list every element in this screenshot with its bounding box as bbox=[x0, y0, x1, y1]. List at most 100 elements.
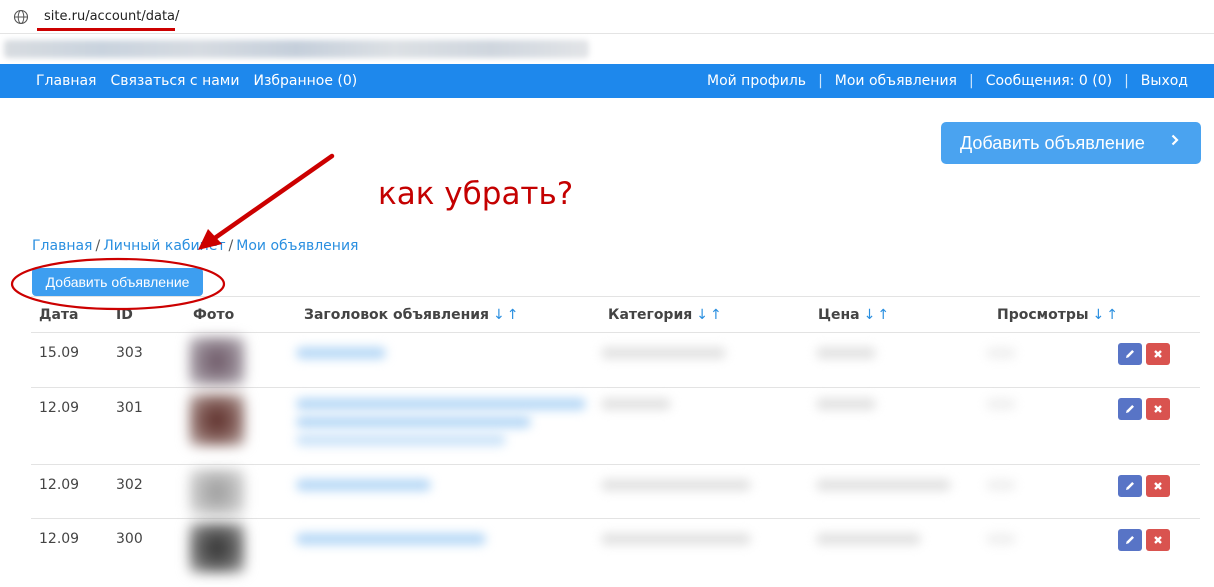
nav-left: Главная Связаться с нами Избранное (0) bbox=[36, 64, 357, 98]
add-ad-button[interactable]: Добавить объявление bbox=[32, 268, 203, 296]
row-views bbox=[986, 398, 1016, 410]
row-date: 15.09 bbox=[39, 345, 80, 361]
nav-messages-link[interactable]: Сообщения: 0 (0) bbox=[986, 73, 1112, 89]
header-category: Категория ↓ ↑ bbox=[608, 307, 722, 323]
delete-button[interactable] bbox=[1146, 529, 1170, 551]
close-icon bbox=[1154, 350, 1162, 358]
sort-up[interactable]: ↑ bbox=[710, 307, 722, 323]
header-date: Дата bbox=[39, 307, 79, 323]
table-header: Дата ID Фото Заголовок объявления ↓ ↑ Кате… bbox=[31, 296, 1200, 333]
pencil-icon bbox=[1126, 405, 1134, 413]
table-row: 12.09 301 bbox=[31, 388, 1200, 465]
breadcrumb: Главная / Личный кабинет / Мои объявления bbox=[32, 238, 358, 254]
sort-down[interactable]: ↓ bbox=[696, 307, 708, 323]
row-title-link[interactable] bbox=[296, 533, 486, 545]
nav-home-link[interactable]: Главная bbox=[36, 73, 96, 89]
breadcrumb-home[interactable]: Главная bbox=[32, 238, 92, 254]
row-title-link-line[interactable] bbox=[296, 416, 531, 428]
browser-address-bar[interactable]: site.ru/account/data/ bbox=[0, 0, 1214, 34]
bookmarks-bar bbox=[0, 34, 1214, 64]
breadcrumb-account[interactable]: Личный кабинет bbox=[103, 238, 225, 254]
edit-button[interactable] bbox=[1118, 529, 1142, 551]
row-views bbox=[986, 533, 1016, 545]
nav-my-ads-link[interactable]: Мои объявления bbox=[835, 73, 957, 89]
add-ad-header-label: Добавить объявление bbox=[960, 132, 1145, 153]
close-icon bbox=[1154, 405, 1162, 413]
nav-right: Мой профиль | Мои объявления | Сообщения… bbox=[707, 64, 1188, 98]
header-id: ID bbox=[116, 307, 133, 323]
row-photo[interactable] bbox=[189, 523, 245, 573]
edit-button[interactable] bbox=[1118, 343, 1142, 365]
header-title-label: Заголовок объявления bbox=[304, 307, 490, 323]
row-category bbox=[601, 533, 751, 545]
sort-up[interactable]: ↑ bbox=[877, 307, 889, 323]
row-id: 301 bbox=[116, 400, 143, 416]
nav-contact-link[interactable]: Связаться с нами bbox=[110, 73, 239, 89]
edit-button[interactable] bbox=[1118, 398, 1142, 420]
nav-separator: | bbox=[818, 73, 823, 89]
sort-down[interactable]: ↓ bbox=[864, 307, 876, 323]
row-date: 12.09 bbox=[39, 477, 80, 493]
row-title-link[interactable] bbox=[296, 347, 386, 359]
table-row: 12.09 302 bbox=[31, 465, 1200, 519]
sort-up[interactable]: ↑ bbox=[507, 307, 519, 323]
pencil-icon bbox=[1126, 536, 1134, 544]
row-date: 12.09 bbox=[39, 400, 80, 416]
delete-button[interactable] bbox=[1146, 343, 1170, 365]
nav-favorites-link[interactable]: Избранное (0) bbox=[253, 73, 357, 89]
edit-button[interactable] bbox=[1118, 475, 1142, 497]
delete-button[interactable] bbox=[1146, 398, 1170, 420]
row-category bbox=[601, 479, 751, 491]
row-category bbox=[601, 398, 671, 410]
url-text[interactable]: site.ru/account/data/ bbox=[44, 9, 179, 24]
sort-down[interactable]: ↓ bbox=[1093, 307, 1105, 323]
ads-table: Дата ID Фото Заголовок объявления ↓ ↑ Кате… bbox=[31, 296, 1200, 575]
nav-separator: | bbox=[968, 73, 974, 89]
header-category-label: Категория bbox=[608, 307, 693, 323]
sort-up[interactable]: ↑ bbox=[1106, 307, 1118, 323]
top-navbar: Главная Связаться с нами Избранное (0) М… bbox=[0, 64, 1214, 98]
row-price bbox=[816, 479, 951, 491]
add-ad-header-button[interactable]: Добавить объявление bbox=[941, 122, 1201, 164]
close-icon bbox=[1154, 536, 1162, 544]
row-photo[interactable] bbox=[189, 469, 245, 515]
breadcrumb-separator: / bbox=[95, 238, 101, 254]
header-price: Цена ↓ ↑ bbox=[818, 307, 889, 323]
row-title-link[interactable] bbox=[296, 479, 431, 491]
globe-icon bbox=[13, 9, 29, 25]
delete-button[interactable] bbox=[1146, 475, 1170, 497]
header-price-label: Цена bbox=[818, 307, 860, 323]
row-views bbox=[986, 347, 1016, 359]
row-title-link[interactable] bbox=[296, 398, 586, 410]
pencil-icon bbox=[1126, 482, 1134, 490]
sort-down[interactable]: ↓ bbox=[493, 307, 505, 323]
header-title: Заголовок объявления ↓ ↑ bbox=[304, 307, 519, 323]
blurred-bookmarks bbox=[4, 40, 589, 58]
header-photo: Фото bbox=[193, 307, 235, 323]
row-category bbox=[601, 347, 726, 359]
annotation-question: как убрать? bbox=[378, 176, 574, 212]
row-date: 12.09 bbox=[39, 531, 80, 547]
pencil-icon bbox=[1126, 350, 1134, 358]
chevron-right-icon bbox=[1171, 134, 1179, 146]
row-title-link-line[interactable] bbox=[296, 434, 506, 446]
row-id: 302 bbox=[116, 477, 143, 493]
breadcrumb-separator: / bbox=[228, 238, 234, 254]
table-row: 12.09 300 bbox=[31, 519, 1200, 575]
breadcrumb-my-ads[interactable]: Мои объявления bbox=[236, 238, 358, 254]
close-icon bbox=[1154, 482, 1162, 490]
nav-profile-link[interactable]: Мой профиль bbox=[707, 73, 806, 89]
url-underline-annotation bbox=[37, 28, 175, 31]
row-id: 300 bbox=[116, 531, 143, 547]
row-photo[interactable] bbox=[189, 394, 245, 446]
nav-logout-link[interactable]: Выход bbox=[1141, 73, 1188, 89]
header-views-label: Просмотры bbox=[997, 307, 1089, 323]
row-photo[interactable] bbox=[189, 337, 245, 385]
annotation-arrow bbox=[209, 153, 335, 243]
row-id: 303 bbox=[116, 345, 143, 361]
header-views: Просмотры ↓ ↑ bbox=[997, 307, 1118, 323]
row-price bbox=[816, 347, 876, 359]
row-price bbox=[816, 398, 876, 410]
nav-separator: | bbox=[1124, 73, 1129, 89]
row-price bbox=[816, 533, 921, 545]
